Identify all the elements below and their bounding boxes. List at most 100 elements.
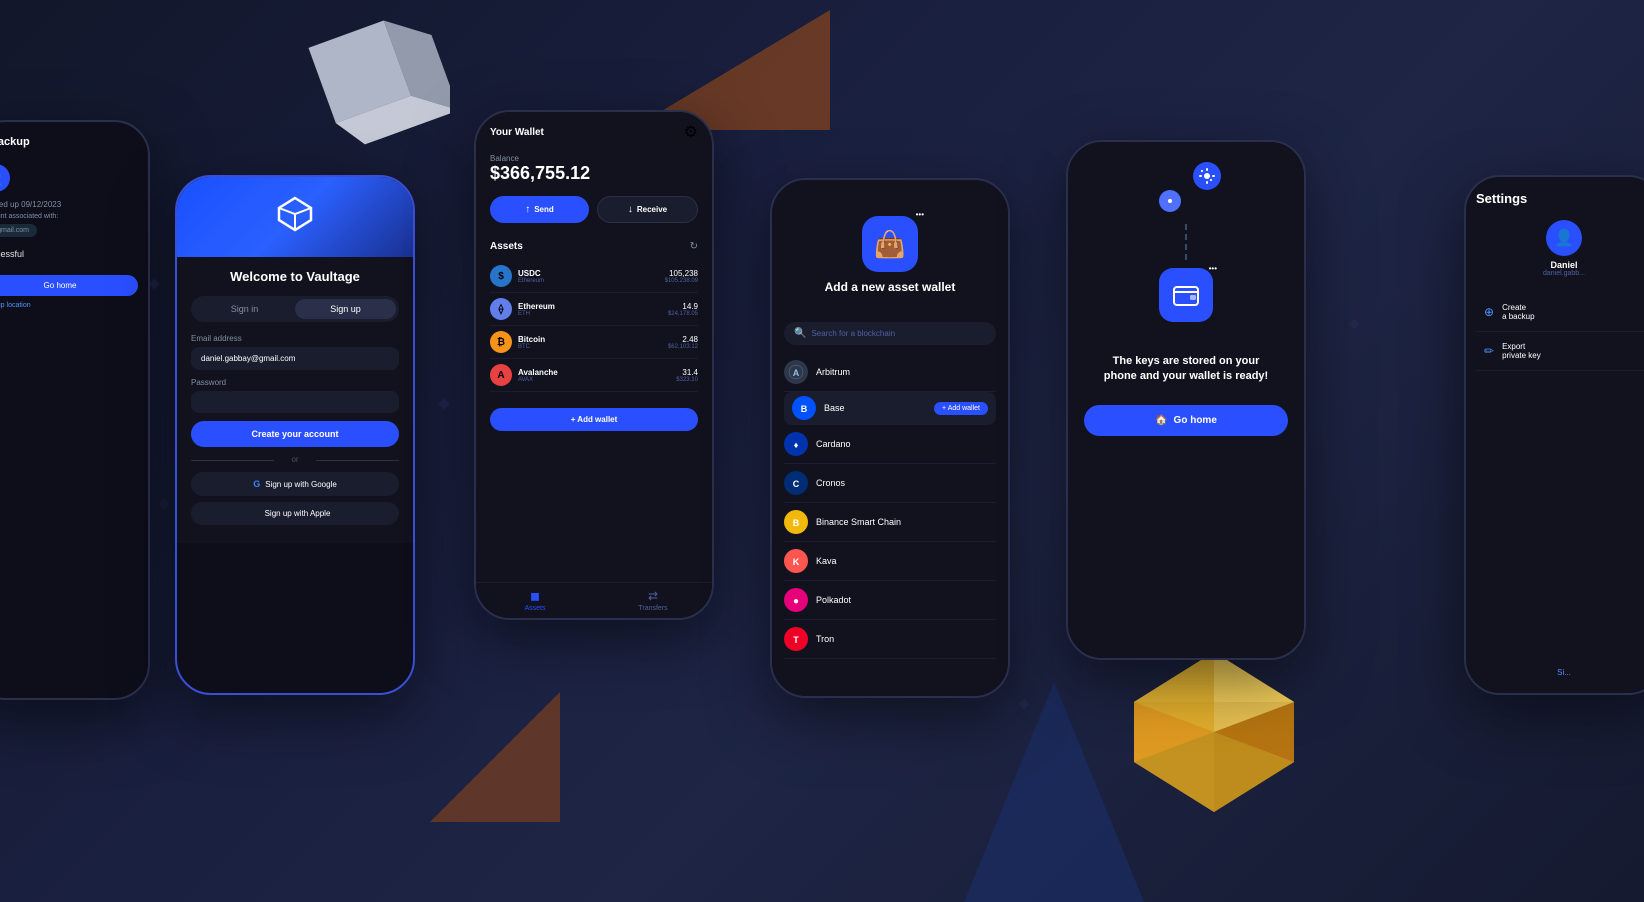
cronos-name: Cronos [816,478,845,488]
menu-item-export[interactable]: ✏ Export private key [1476,332,1644,371]
p3-balance-label: Balance [490,154,698,163]
p5-dots: ••• [1209,264,1217,273]
send-label: Send [534,205,554,214]
eth-icon: ⟠ [490,298,512,320]
p2-apple-btn[interactable]: Sign up with Apple [191,502,399,525]
p1-email: @gmail.com [0,224,37,237]
base-add-wallet-btn[interactable]: + Add wallet [934,402,988,415]
p3-send-btn[interactable]: ↑ Send [490,196,589,223]
go-home-label: Go home [1174,415,1217,426]
eth-chain: ETH [518,311,555,317]
list-item[interactable]: ♦ Cardano [784,425,996,464]
p2-google-btn[interactable]: G Sign up with Google [191,472,399,496]
kava-left: K Kava [784,549,837,573]
p5-gear-cluster [1151,162,1221,212]
p2-password-label: Password [191,378,399,387]
list-item[interactable]: K Kava [784,542,996,581]
backup-label: Create a backup [1502,303,1534,321]
btc-icon: ₿ [490,331,512,353]
p2-or-divider: or [191,455,399,464]
kava-name: Kava [816,556,837,566]
p6-user-email: daniel.gabb... [1543,270,1585,277]
p3-balance-amount: $366,755.12 [490,163,698,184]
table-row[interactable]: ⟠ Ethereum ETH 14.9 $24,178.05 [490,293,698,326]
tab-signup[interactable]: Sign up [295,299,396,319]
p2-password-input[interactable] [191,391,399,413]
tron-left: T Tron [784,627,834,651]
p6-bottom-link[interactable]: Si... [1476,668,1644,677]
p2-auth-tabs: Sign in Sign up [191,296,399,322]
svg-text:B: B [793,518,800,528]
usdc-amount: 105,238 [665,269,698,278]
list-item[interactable]: B Binance Smart Chain [784,503,996,542]
p3-balance-section: Balance $366,755.12 [476,148,712,196]
table-row[interactable]: A Avalanche AVAX 31.4 $323.10 [490,359,698,392]
p3-add-wallet-btn[interactable]: + Add wallet [490,408,698,431]
polkadot-left: ● Polkadot [784,588,851,612]
p2-create-account-btn[interactable]: Create your account [191,421,399,447]
p6-screen: Settings 👤 Daniel daniel.gabb... ⊕ Creat… [1466,177,1644,693]
btc-values: 2.48 $62,103.12 [668,335,698,350]
p4-search-placeholder: Search for a blockchain [811,329,895,338]
p5-go-home-btn[interactable]: 🏠 Go home [1084,405,1288,436]
p2-header [177,177,413,257]
p4-screen: 👜 ••• Add a new asset wallet 🔍 Search fo… [772,180,1008,696]
tab-signin[interactable]: Sign in [194,299,295,319]
p1-backup-link[interactable]: backup location [0,302,138,309]
export-label: Export private key [1502,342,1541,360]
export-text2: private key [1502,351,1541,360]
p3-gear-icon[interactable]: ⚙ [684,122,698,142]
tron-name: Tron [816,634,834,644]
phone-settings: Settings 👤 Daniel daniel.gabb... ⊕ Creat… [1464,175,1644,695]
p3-wallet-screen: Your Wallet ⚙ Balance $366,755.12 ↑ Send… [476,112,712,618]
list-item[interactable]: B Base + Add wallet [784,392,996,425]
export-icon: ✏ [1484,344,1494,358]
usdc-icon: $ [490,265,512,287]
table-row[interactable]: ₿ Bitcoin BTC 2.48 $62,103.12 [490,326,698,359]
nav-transfers[interactable]: ⇄ Transfers [594,589,712,612]
phone-add-asset: 👜 ••• Add a new asset wallet 🔍 Search fo… [770,178,1010,698]
asset-left-eth: ⟠ Ethereum ETH [490,298,555,320]
list-item[interactable]: C Cronos [784,464,996,503]
cardano-name: Cardano [816,439,851,449]
cardano-left: ♦ Cardano [784,432,851,456]
p4-wallet-icon: 👜 ••• [862,216,918,272]
p2-email-input[interactable]: daniel.gabbay@gmail.com [191,347,399,370]
list-item[interactable]: T Tron [784,620,996,659]
table-row[interactable]: $ USDC Ethereum 105,238 $105,238.09 [490,260,698,293]
p1-home-btn[interactable]: Go home [0,275,138,296]
asset-left-btc: ₿ Bitcoin BTC [490,331,545,353]
svg-text:T: T [793,635,799,645]
p4-search-bar[interactable]: 🔍 Search for a blockchain [784,322,996,345]
p3-receive-btn[interactable]: ↓ Receive [597,196,698,223]
backup-text2: a backup [1502,312,1534,321]
p6-user-name: Daniel [1550,260,1577,270]
phone-wallet: Your Wallet ⚙ Balance $366,755.12 ↑ Send… [474,110,714,620]
menu-item-backup[interactable]: ⊕ Create a backup [1476,293,1644,332]
svg-text:♦: ♦ [794,440,799,450]
p4-connection-dots: ••• [916,210,924,219]
avax-chain: AVAX [518,377,558,383]
p1-title: y backup [0,136,138,148]
svg-text:K: K [793,557,800,567]
p3-wallet-title: Your Wallet [490,127,544,138]
bnb-name: Binance Smart Chain [816,517,901,527]
list-item[interactable]: A Arbitrum [784,353,996,392]
polkadot-icon: ● [784,588,808,612]
svg-text:A: A [793,368,800,378]
list-item[interactable]: ● Polkadot [784,581,996,620]
p3-refresh-icon[interactable]: ↻ [690,241,698,252]
btc-usd: $62,103.12 [668,344,698,350]
p3-assets-header: Assets ↻ [490,241,698,252]
svg-text:B: B [801,404,808,414]
p3-assets-title: Assets [490,241,523,252]
nav-assets[interactable]: ◼ Assets [476,589,594,612]
usdc-info: USDC Ethereum [518,269,544,284]
btc-chain: BTC [518,344,545,350]
p3-navbar: ◼ Assets ⇄ Transfers [476,582,712,618]
avax-name: Avalanche [518,368,558,377]
p6-settings-title: Settings [1476,191,1644,206]
bnb-left: B Binance Smart Chain [784,510,901,534]
arbitrum-name: Arbitrum [816,367,850,377]
transfers-nav-icon: ⇄ [594,589,712,603]
